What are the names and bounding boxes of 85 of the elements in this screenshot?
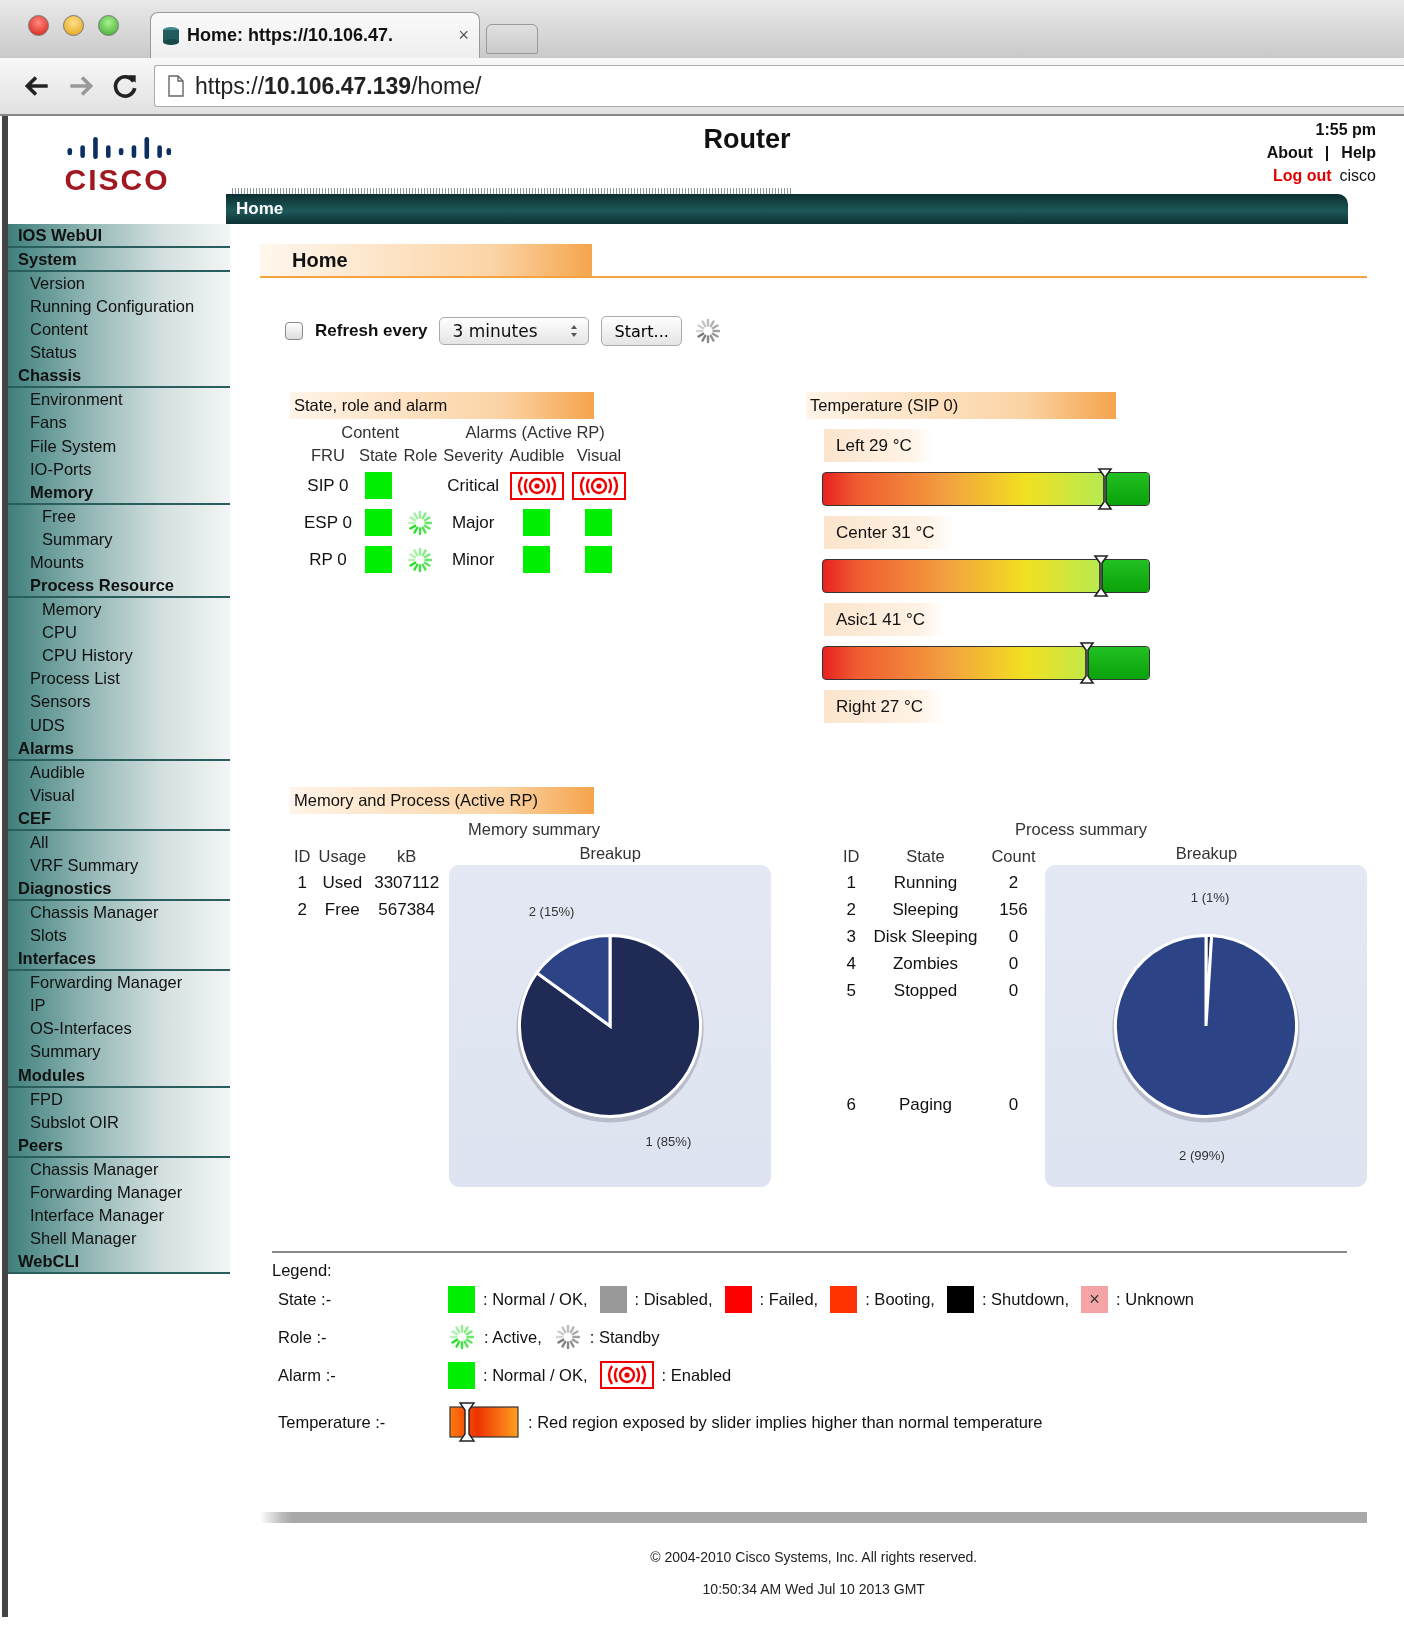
- subsection-title: Process summary: [1014, 820, 1149, 839]
- chart-label: 1 (1%): [1191, 890, 1230, 906]
- column-header: Visual: [575, 445, 623, 466]
- legend-text: : Active,: [484, 1327, 542, 1347]
- table-cell-text: 567384: [377, 898, 437, 921]
- legend-title: Legend:: [272, 1261, 333, 1280]
- table-cell-text: 1: [296, 871, 308, 894]
- column-header: Breakup: [579, 843, 641, 864]
- legend-label: Role :-: [277, 1327, 328, 1347]
- legend-text: : Enabled: [661, 1365, 732, 1385]
- table-cell-text: Disk Sleeping: [872, 925, 979, 948]
- legend-text: : Unknown: [1116, 1289, 1195, 1309]
- legend-label: Temperature :-: [277, 1412, 387, 1432]
- legend-text: : Booting,: [865, 1289, 935, 1309]
- chart-label: 1 (85%): [645, 1133, 692, 1149]
- legend-text: : Disabled,: [634, 1289, 713, 1309]
- section-heading: Memory and Process (Active RP): [290, 787, 594, 814]
- column-header: Role: [402, 445, 439, 466]
- column-header: State: [905, 845, 946, 867]
- subsection-title: Memory summary: [467, 820, 601, 839]
- clock-time: 1:55 pm: [1315, 121, 1376, 139]
- table-cell-text: 5: [845, 979, 857, 1002]
- timestamp: 10:50:34 AM Wed Jul 10 2013 GMT: [701, 1581, 926, 1599]
- table-cell-text: 0: [1007, 925, 1020, 948]
- breadcrumb: Home: [236, 199, 284, 219]
- section-heading: State, role and alarm: [290, 392, 594, 419]
- table-cell-text: Stopped: [892, 979, 959, 1002]
- column-header: FRU: [310, 445, 346, 466]
- user-name: cisco: [1339, 167, 1376, 185]
- table-cell-text: 0: [1007, 979, 1020, 1002]
- legend-text: : Shutdown,: [981, 1289, 1070, 1309]
- column-header: Usage: [317, 845, 368, 867]
- table-cell-text: 2: [845, 898, 857, 921]
- legend-swatch: ×: [1081, 1285, 1109, 1313]
- refresh-label: Refresh every: [315, 321, 428, 341]
- table-cell-text: 4: [845, 952, 857, 975]
- table-cell-text: 2: [1007, 871, 1020, 894]
- sensor-label: Asic1 41 °C: [824, 603, 945, 636]
- app-title: Router: [702, 123, 792, 156]
- table-cell-text: RP 0: [308, 548, 348, 571]
- table-cell-text: Used: [321, 871, 364, 894]
- tab-title: Home: https://10.106.47.: [187, 25, 395, 46]
- legend-label: State :-: [277, 1289, 333, 1309]
- column-header: Count: [990, 845, 1037, 867]
- column-header: kB: [396, 845, 418, 867]
- table-cell-text: Minor: [450, 548, 496, 571]
- column-header: Audible: [508, 445, 566, 466]
- table-cell-text: SIP 0: [306, 474, 350, 497]
- legend-text: : Red region exposed by slider implies higher than normal temperature: [528, 1412, 1043, 1432]
- column-header: ID: [293, 845, 312, 867]
- table-cell-text: 2: [296, 898, 308, 921]
- chart-label: 2 (99%): [1179, 1147, 1226, 1163]
- column-group-header: Alarms (Active RP): [464, 422, 606, 443]
- sensor-label: Left 29 °C: [824, 429, 932, 462]
- table-cell-text: 156: [998, 898, 1029, 921]
- table-cell-text: 3: [845, 925, 857, 948]
- table-cell-text: Major: [450, 511, 496, 534]
- column-header: State: [357, 445, 399, 466]
- table-cell-text: Sleeping: [891, 898, 960, 921]
- table-cell-text: Critical: [446, 474, 501, 497]
- table-cell-text: Running: [892, 871, 959, 894]
- legend-text: : Normal / OK,: [483, 1365, 588, 1385]
- table-cell-text: ESP 0: [303, 511, 353, 534]
- column-header: Breakup: [1175, 843, 1238, 864]
- table-cell-text: Free: [323, 898, 361, 921]
- copyright-text: © 2004-2010 Cisco Systems, Inc. All rights reserved.: [649, 1549, 979, 1565]
- legend-text: : Normal / OK,: [483, 1289, 588, 1309]
- table-cell-text: 1: [845, 871, 857, 894]
- table-cell-text: Zombies: [891, 952, 960, 975]
- table-cell-text: 6: [845, 1094, 857, 1115]
- table-cell-text: 3307112: [373, 871, 441, 894]
- table-cell-text: 0: [1007, 1094, 1020, 1115]
- page-heading: Home: [260, 244, 592, 276]
- legend-text: : Standby: [589, 1327, 660, 1347]
- column-group-header: Content: [340, 422, 401, 443]
- table-cell-text: Paging: [898, 1094, 953, 1115]
- link-separator: |: [1324, 144, 1330, 162]
- column-header: ID: [842, 845, 861, 867]
- section-heading: Temperature (SIP 0): [806, 392, 1116, 419]
- column-header: Severity: [442, 445, 504, 466]
- legend-text: : Failed,: [759, 1289, 819, 1309]
- table-cell-text: 0: [1007, 952, 1020, 975]
- logo-text: CISCO: [64, 165, 170, 195]
- legend-label: Alarm :-: [277, 1365, 337, 1385]
- chart-label: 2 (15%): [528, 904, 575, 920]
